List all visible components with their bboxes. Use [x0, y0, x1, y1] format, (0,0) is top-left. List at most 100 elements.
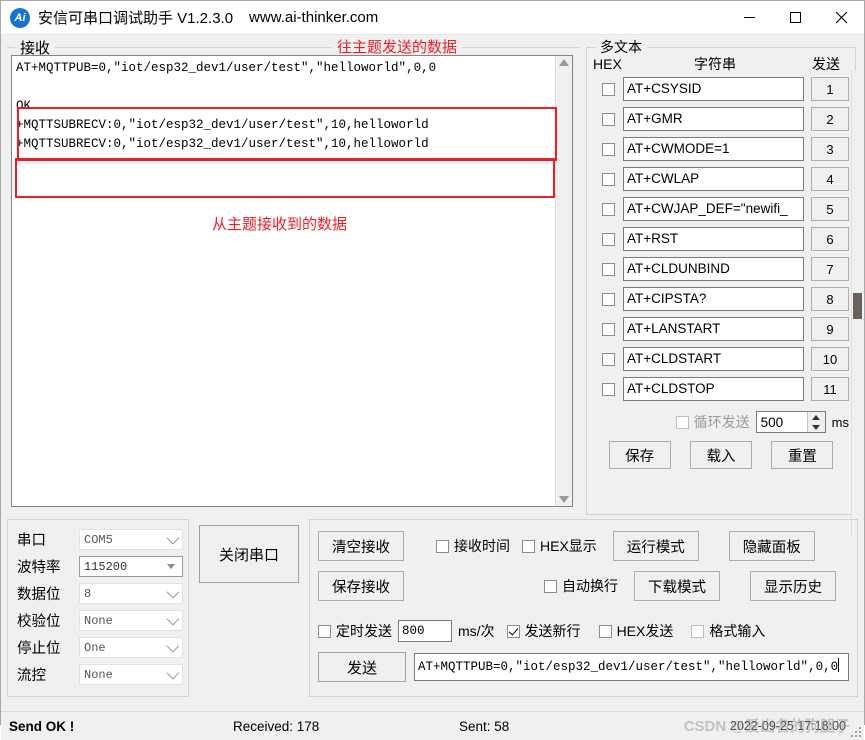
load-button[interactable]: 载入 — [689, 441, 752, 469]
command-send-button[interactable]: 6 — [811, 227, 849, 251]
command-row: AT+GMR 2 — [587, 106, 855, 132]
auto-newline-option[interactable]: 自动换行 — [544, 576, 618, 596]
window-title: 安信可串口调试助手 V1.2.3.0 — [38, 10, 234, 27]
scroll-up-icon[interactable] — [559, 59, 569, 66]
command-hex-checkbox[interactable] — [601, 172, 615, 186]
command-hex-checkbox[interactable] — [601, 382, 615, 396]
send-newline-option[interactable]: 发送新行 — [506, 621, 581, 641]
send-input[interactable]: AT+MQTTPUB=0,"iot/esp32_dev1/user/test",… — [414, 653, 849, 681]
auto-newline-checkbox[interactable] — [544, 579, 557, 593]
command-hex-checkbox[interactable] — [601, 232, 615, 246]
command-send-button[interactable]: 10 — [811, 347, 849, 371]
hex-display-option[interactable]: HEX显示 — [522, 536, 597, 556]
command-input[interactable]: AT+CLDSTOP — [623, 377, 804, 401]
chevron-down-icon — [166, 639, 180, 653]
loop-unit-label: ms — [831, 414, 849, 430]
receive-time-label: 接收时间 — [454, 538, 510, 554]
send-newline-label: 发送新行 — [524, 623, 581, 639]
command-hex-wrap — [593, 292, 623, 306]
command-input[interactable]: AT+LANSTART — [623, 317, 804, 341]
serial-setting-select[interactable]: None — [79, 610, 183, 631]
hex-display-checkbox[interactable] — [522, 539, 535, 553]
show-history-button[interactable]: 显示历史 — [750, 571, 836, 601]
command-row: AT+LANSTART 9 — [587, 316, 855, 342]
receive-scrollbar[interactable] — [555, 56, 572, 506]
spin-up-icon[interactable] — [812, 414, 821, 420]
bottom-panel: 串口 COM5 波特率 115200 数据位 8 校验位 None 停止位 One 流控 None 关… — [1, 515, 864, 711]
command-input[interactable]: AT+CWMODE=1 — [623, 137, 804, 161]
save-button[interactable]: 保存 — [608, 441, 671, 469]
receive-time-checkbox[interactable] — [436, 539, 449, 553]
command-input[interactable]: AT+CLDUNBIND — [623, 257, 804, 281]
command-send-button[interactable]: 7 — [811, 257, 849, 281]
format-input-option[interactable]: 格式输入 — [691, 621, 765, 641]
hex-send-label: HEX发送 — [616, 623, 674, 639]
command-input[interactable]: AT+CIPSTA? — [623, 287, 804, 311]
command-send-button[interactable]: 2 — [811, 107, 849, 131]
command-hex-checkbox[interactable] — [601, 262, 615, 276]
serial-setting-row: 串口 COM5 — [13, 526, 183, 553]
close-icon[interactable] — [818, 1, 864, 34]
window-controls — [726, 1, 864, 34]
serial-setting-value: 8 — [84, 586, 92, 601]
reset-button[interactable]: 重置 — [771, 441, 834, 469]
spin-down-icon[interactable] — [812, 424, 821, 430]
hex-send-option[interactable]: HEX发送 — [598, 621, 674, 641]
maximize-icon[interactable] — [772, 1, 818, 34]
receive-textarea[interactable]: AT+MQTTPUB=0,"iot/esp32_dev1/user/test",… — [11, 55, 573, 507]
window-title-url: www.ai-thinker.com — [249, 9, 379, 26]
command-input[interactable]: AT+RST — [623, 227, 804, 251]
loop-interval-stepper[interactable]: 500 — [755, 411, 826, 433]
command-send-button[interactable]: 1 — [811, 77, 849, 101]
timed-send-option[interactable]: 定时发送 — [318, 621, 392, 641]
command-hex-checkbox[interactable] — [601, 352, 615, 366]
command-input[interactable]: AT+CWJAP_DEF="newifi_ — [623, 197, 804, 221]
scroll-down-icon[interactable] — [559, 496, 569, 503]
timed-send-input[interactable]: 800 — [398, 620, 452, 642]
format-input-checkbox[interactable] — [691, 624, 705, 638]
close-port-button[interactable]: 关闭串口 — [199, 525, 299, 583]
serial-setting-select[interactable]: COM5 — [79, 529, 183, 550]
run-mode-button[interactable]: 运行模式 — [612, 531, 699, 561]
loop-send-checkbox[interactable] — [675, 415, 689, 429]
download-mode-button[interactable]: 下载模式 — [634, 571, 720, 601]
command-hex-checkbox[interactable] — [601, 82, 615, 96]
send-button[interactable]: 发送 — [318, 652, 406, 682]
hide-panel-button[interactable]: 隐藏面板 — [728, 531, 815, 561]
command-send-button[interactable]: 5 — [811, 197, 849, 221]
timed-send-checkbox[interactable] — [318, 624, 331, 638]
command-send-button[interactable]: 4 — [811, 167, 849, 191]
command-hex-checkbox[interactable] — [601, 142, 615, 156]
hex-send-checkbox[interactable] — [598, 624, 612, 638]
command-input[interactable]: AT+GMR — [623, 107, 804, 131]
resize-grip[interactable] — [851, 727, 861, 737]
receive-time-option[interactable]: 接收时间 — [436, 536, 510, 556]
serial-setting-select[interactable]: 115200 — [79, 556, 183, 577]
right-column: 多文本 HEX 字符串 发送 AT+CSYSID 1 AT+GMR 2 AT+CWMOD… — [586, 35, 864, 537]
minimize-icon[interactable] — [726, 1, 772, 34]
auto-newline-label: 自动换行 — [562, 578, 618, 594]
clear-receive-button[interactable]: 清空接收 — [318, 531, 404, 561]
send-newline-checkbox[interactable] — [506, 624, 520, 638]
command-hex-checkbox[interactable] — [601, 112, 615, 126]
command-hex-checkbox[interactable] — [601, 322, 615, 336]
command-send-button[interactable]: 9 — [811, 317, 849, 341]
command-send-button[interactable]: 11 — [811, 377, 849, 401]
command-input[interactable]: AT+CLDSTART — [623, 347, 804, 371]
command-send-button[interactable]: 3 — [811, 137, 849, 161]
command-send-button[interactable]: 8 — [811, 287, 849, 311]
command-input[interactable]: AT+CWLAP — [623, 167, 804, 191]
command-hex-checkbox[interactable] — [601, 292, 615, 306]
panel-scrollbar-thumb[interactable] — [853, 293, 862, 319]
serial-setting-select[interactable]: None — [79, 664, 183, 685]
panel-scrollbar[interactable] — [851, 71, 864, 537]
loop-interval-spin-buttons[interactable] — [806, 412, 825, 432]
command-hex-wrap — [593, 322, 623, 336]
serial-setting-select[interactable]: One — [79, 637, 183, 658]
serial-setting-select[interactable]: 8 — [79, 583, 183, 604]
save-receive-button[interactable]: 保存接收 — [318, 571, 404, 601]
command-hex-checkbox[interactable] — [601, 202, 615, 216]
command-list: AT+CSYSID 1 AT+GMR 2 AT+CWMODE=1 3 AT+CWLAP 4 AT… — [587, 76, 855, 402]
command-input[interactable]: AT+CSYSID — [623, 77, 804, 101]
send-input-value: AT+MQTTPUB=0,"iot/esp32_dev1/user/test",… — [418, 660, 839, 674]
